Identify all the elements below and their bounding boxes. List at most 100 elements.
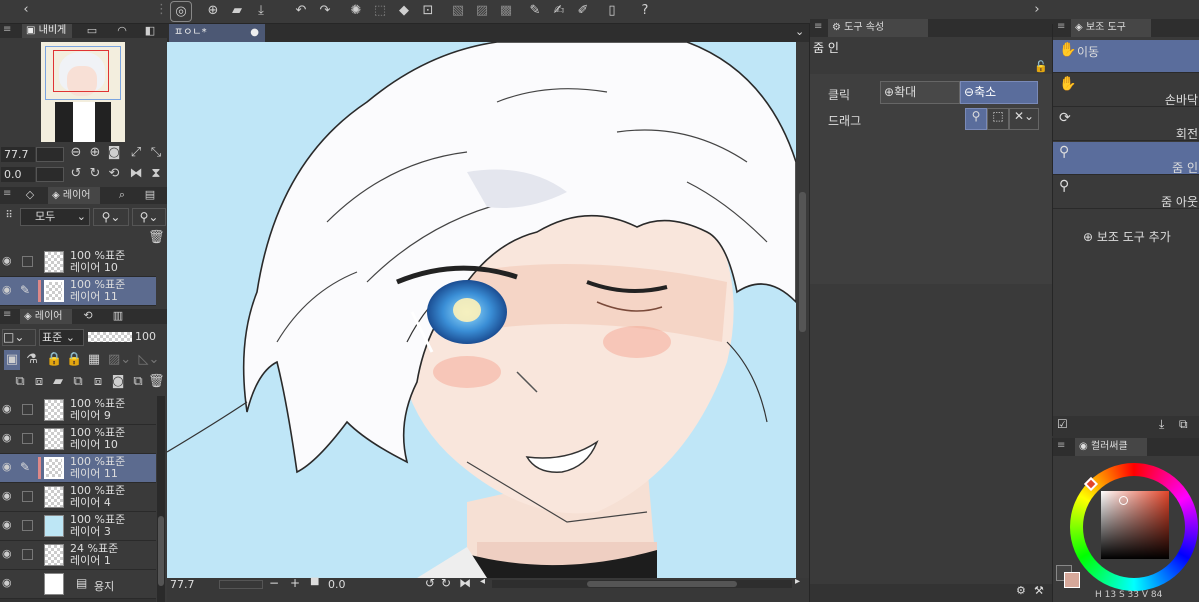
undo-icon[interactable]: ↶ bbox=[290, 1, 312, 21]
collapse-left-icon[interactable]: ‹ bbox=[18, 0, 34, 20]
canvas-vscroll[interactable] bbox=[796, 42, 809, 578]
scroll-right-icon[interactable]: ▸ bbox=[795, 576, 800, 587]
chevron-down-icon[interactable]: ⌄ bbox=[795, 25, 804, 38]
menu-icon[interactable]: ≡ bbox=[3, 188, 11, 199]
duplicate-icon[interactable]: ⧉ bbox=[1179, 417, 1188, 432]
nav-zoom-slider[interactable] bbox=[36, 147, 64, 162]
open-folder-icon[interactable]: ▰ bbox=[226, 1, 248, 21]
trash-icon[interactable]: 🗑 bbox=[148, 372, 165, 392]
collapse-right-icon[interactable]: ⋮ bbox=[155, 0, 168, 20]
sub-tool-item[interactable]: ⚲ 줌 아웃 bbox=[1053, 176, 1199, 209]
rotate-reset-icon[interactable]: ⟲ bbox=[106, 164, 122, 184]
fill-icon[interactable]: ◆ bbox=[393, 1, 415, 21]
collapse-arrow-icon[interactable]: › bbox=[1030, 0, 1044, 20]
lock-checkbox[interactable] bbox=[22, 549, 33, 560]
tab-tool-property[interactable]: ⚙ 도구 속성 bbox=[828, 19, 928, 37]
eye-icon[interactable]: ◉ bbox=[2, 489, 16, 503]
flip-horizontal-icon[interactable]: ⧓ bbox=[128, 164, 144, 184]
help-icon[interactable]: ? bbox=[634, 1, 656, 21]
eye-icon[interactable]: ◉ bbox=[2, 283, 16, 297]
status-angle[interactable]: 0.0 bbox=[328, 578, 346, 591]
tab-color-circle[interactable]: ◉ 컬러써클 bbox=[1075, 438, 1147, 456]
layer-row[interactable]: ◉ 100 %표준 레이어 3 bbox=[0, 512, 156, 541]
tab-layer-top[interactable]: ◈ 레이어 bbox=[48, 187, 100, 204]
nav-angle-field[interactable]: 0.0 bbox=[1, 167, 35, 182]
crop-icon[interactable]: ⊡ bbox=[417, 1, 439, 21]
status-zoom[interactable]: 77.7 bbox=[170, 578, 195, 591]
canvas-tab[interactable]: ㅍㅇㄴ* ● bbox=[169, 24, 265, 42]
invert-selection-icon[interactable]: ▨ bbox=[471, 1, 493, 21]
layer-property-tab-icon[interactable]: ◇ bbox=[20, 185, 40, 205]
main-color-swatch[interactable] bbox=[1064, 572, 1080, 588]
layer-row[interactable]: ◉ 24 %표준 레이어 1 bbox=[0, 541, 156, 570]
trash-icon[interactable]: 🗑 bbox=[148, 228, 165, 248]
duplicate-icon[interactable]: ⧉ bbox=[130, 372, 146, 392]
lock-checkbox[interactable] bbox=[22, 491, 33, 502]
mask-icon[interactable]: ▨⌄ bbox=[108, 350, 131, 370]
layer-row-selected[interactable]: ◉ ✎ 100 %표준 레이어 11 bbox=[0, 277, 156, 306]
nav-zoom-field[interactable]: 77.7 bbox=[1, 147, 35, 162]
ruler-icon[interactable]: ◺⌄ bbox=[138, 350, 160, 370]
drag-zoom-option[interactable]: ⚲ bbox=[965, 108, 987, 130]
tab-layer[interactable]: ◈ 레이어 bbox=[20, 309, 72, 324]
scroll-thumb[interactable] bbox=[799, 192, 806, 332]
reference-icon[interactable]: ⚗ bbox=[24, 350, 40, 370]
sub-tool-item[interactable]: ⚲ 줌 인 bbox=[1053, 142, 1199, 175]
eye-icon[interactable]: ◉ bbox=[2, 460, 16, 474]
lock-icon[interactable]: 🔒 bbox=[46, 350, 62, 370]
scroll-left-icon[interactable]: ◂ bbox=[480, 576, 485, 587]
eye-icon[interactable]: ◉ bbox=[2, 402, 16, 416]
sub-tool-item[interactable]: ⟳ 회전 bbox=[1053, 108, 1199, 141]
checker-lock-icon[interactable]: ▦ bbox=[86, 350, 102, 370]
layer-color-select[interactable]: □⌄ bbox=[2, 329, 36, 346]
history-tab-icon[interactable]: ◧ bbox=[140, 21, 160, 41]
zoom-out-icon[interactable]: − bbox=[269, 576, 279, 590]
menu-icon[interactable]: ≡ bbox=[1057, 21, 1065, 32]
blend-mode-select[interactable]: 표준 ⌄ bbox=[39, 329, 84, 346]
new-vector-layer-icon[interactable]: ⧈ bbox=[31, 372, 47, 392]
lock-checkbox[interactable] bbox=[22, 520, 33, 531]
transform-icon[interactable]: ⬚ bbox=[369, 1, 391, 21]
opacity-slider[interactable] bbox=[88, 332, 132, 342]
rotate-right-icon[interactable]: ↻ bbox=[87, 164, 103, 184]
settings-icon[interactable]: ⚙ bbox=[1016, 584, 1026, 597]
layer-row[interactable]: ◉ 100 %표준 레이어 10 bbox=[0, 425, 156, 454]
layer-filter-select[interactable]: 모두 ⌄ bbox=[20, 208, 90, 226]
clip-icon[interactable]: ▣ bbox=[4, 350, 20, 370]
zoom-in-icon[interactable]: + bbox=[290, 576, 300, 590]
nav-angle-slider[interactable] bbox=[36, 167, 64, 182]
zoom-in-option[interactable]: ⊕확대 bbox=[880, 81, 960, 104]
fit-window-icon[interactable]: ⤡ bbox=[148, 143, 164, 163]
filter-grid-icon[interactable]: ⠿ bbox=[2, 206, 16, 226]
new-folder-icon[interactable]: ▰ bbox=[50, 372, 66, 392]
tab-sub-tool[interactable]: ◈ 보조 도구 bbox=[1071, 19, 1151, 37]
scroll-thumb[interactable] bbox=[158, 516, 164, 586]
drag-rect-option[interactable]: ⬚ bbox=[987, 108, 1009, 130]
download-icon[interactable]: ⤓ bbox=[1159, 417, 1164, 432]
lock-checkbox[interactable] bbox=[22, 433, 33, 444]
rotate-left-icon[interactable]: ↺ bbox=[425, 576, 435, 590]
loading-icon[interactable]: ✺ bbox=[345, 1, 367, 21]
fit-icon[interactable]: ■ bbox=[310, 576, 319, 587]
layer-scrollbar[interactable] bbox=[157, 396, 165, 602]
scroll-thumb[interactable] bbox=[587, 581, 737, 587]
new-raster-layer-icon[interactable]: ⧉ bbox=[12, 372, 28, 392]
brush-icon[interactable]: ✍ bbox=[548, 1, 570, 21]
animation-tab-icon[interactable]: ▤ bbox=[140, 185, 160, 205]
layer-row[interactable]: ◉ 100 %표준 레이어 10 bbox=[0, 248, 156, 277]
menu-icon[interactable]: ≡ bbox=[3, 309, 11, 320]
rotate-left-icon[interactable]: ↺ bbox=[68, 164, 84, 184]
app-logo-icon[interactable]: ◎ bbox=[170, 1, 192, 22]
layer-row-selected[interactable]: ◉ ✎ 100 %표준 레이어 11 bbox=[0, 454, 156, 483]
eraser-icon[interactable]: ✐ bbox=[572, 1, 594, 21]
opacity-value[interactable]: 100 bbox=[135, 330, 156, 343]
color-filter-select[interactable]: ⚲⌄ bbox=[132, 208, 166, 226]
flip-vertical-icon[interactable]: ⧗ bbox=[148, 164, 164, 184]
lock-icon[interactable]: 🔓 bbox=[1034, 60, 1048, 73]
sub-tool-item[interactable]: ✋ 이동 bbox=[1053, 40, 1199, 73]
subview-tab-icon[interactable]: ▭ bbox=[82, 21, 102, 41]
selection-icon[interactable]: ▩ bbox=[495, 1, 517, 21]
drawing-canvas[interactable] bbox=[167, 42, 796, 578]
new-file-icon[interactable]: ⊕ bbox=[202, 1, 224, 21]
zoom-out-icon[interactable]: ⊖ bbox=[68, 143, 84, 163]
